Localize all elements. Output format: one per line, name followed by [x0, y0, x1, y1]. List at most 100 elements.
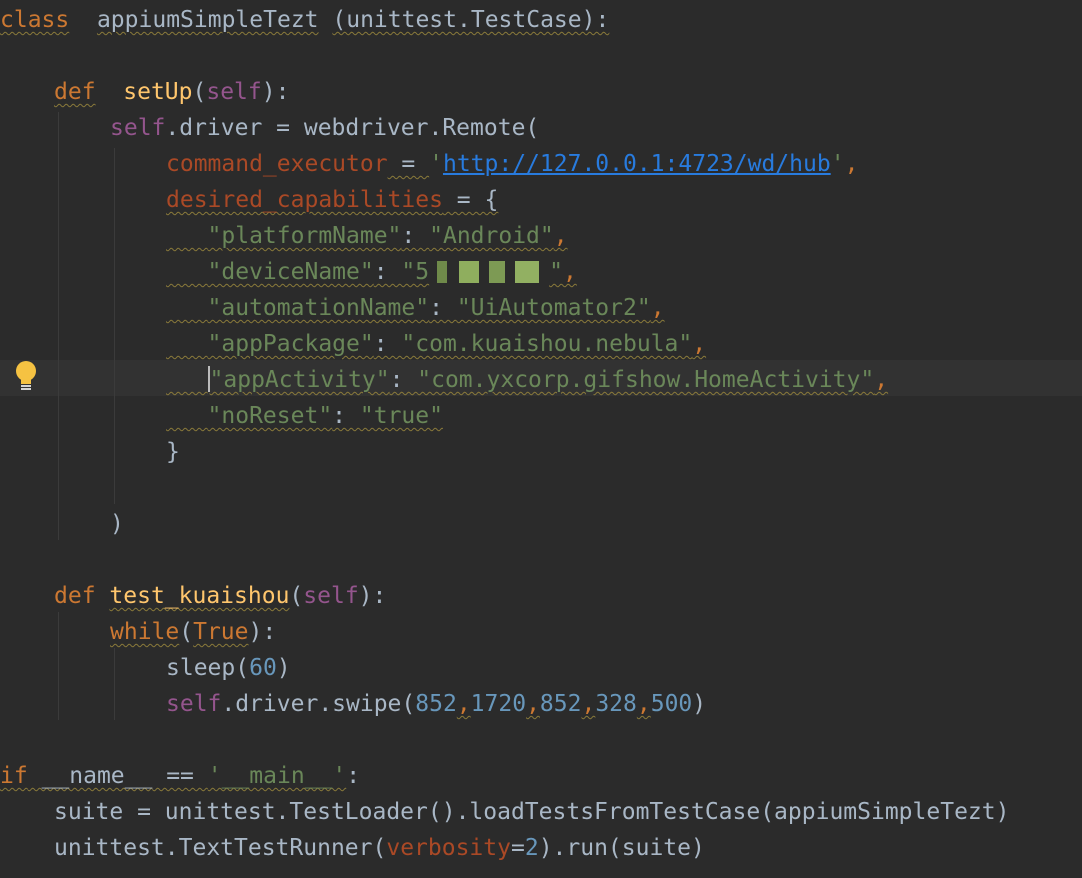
code-line[interactable]: self.driver.swipe(852,1720,852,328,500) — [166, 686, 706, 722]
number-literal: 328 — [595, 691, 637, 717]
function-name: test_kuaishou — [109, 583, 290, 609]
comma: , — [636, 691, 651, 717]
code-line[interactable]: ) — [110, 506, 124, 542]
lightbulb-icon[interactable] — [14, 360, 38, 394]
code-text: == — [152, 763, 208, 789]
code-text: .driver.swipe( — [221, 691, 416, 717]
code-text: .driver = webdriver.Remote( — [165, 115, 540, 141]
code-text: ).run(suite) — [538, 835, 705, 861]
param-name: verbosity — [386, 835, 511, 861]
code-line[interactable]: while(True): — [110, 614, 276, 650]
code-text: : — [401, 223, 430, 249]
paren-close: ) — [692, 691, 707, 717]
code-text: = — [510, 835, 525, 861]
comma: , — [844, 151, 859, 177]
url-link[interactable]: http://127.0.0.1:4723/wd/hub — [443, 151, 831, 177]
code-line[interactable]: "automationName": "UiAutomator2", — [166, 290, 665, 326]
self-param: self — [303, 583, 359, 609]
keyword-while: while — [110, 619, 180, 645]
paren-close: ) — [276, 655, 291, 681]
dict-key: "platformName" — [207, 223, 402, 249]
dict-value: "UiAutomator2" — [456, 295, 651, 321]
dict-value: "true" — [359, 403, 443, 429]
comma: , — [692, 331, 707, 357]
number-literal: 2 — [524, 835, 539, 861]
dict-key: "deviceName" — [207, 259, 374, 285]
keyword-def: def — [54, 79, 96, 105]
string-quote: ' — [830, 151, 845, 177]
indent-guide — [58, 612, 59, 720]
number-literal: 852 — [539, 691, 582, 717]
self-ref: self — [110, 115, 166, 141]
keyword-def: def — [54, 583, 96, 609]
class-name: appiumSimpleTezt — [96, 7, 319, 33]
comma: , — [553, 223, 568, 249]
code-text: : — [429, 295, 457, 321]
code-text: : — [389, 367, 418, 393]
self-param: self — [206, 79, 262, 105]
code-line[interactable]: unittest.TextTestRunner(verbosity=2).run… — [54, 830, 705, 866]
dict-key: "appPackage" — [207, 331, 374, 357]
comma: , — [456, 691, 471, 717]
comma: , — [562, 259, 577, 285]
code-text: = — [387, 151, 430, 177]
dict-key: "automationName" — [207, 295, 430, 321]
dict-value: "com.kuaishou.nebula" — [401, 331, 693, 357]
code-line[interactable]: if __name__ == '__main__': — [0, 758, 360, 794]
comma: , — [526, 691, 540, 717]
keyword-class: class — [0, 7, 70, 33]
string-quote: " — [549, 259, 563, 285]
indent-guide — [58, 112, 59, 540]
code-line[interactable]: class appiumSimpleTezt (unittest.TestCas… — [0, 2, 609, 38]
code-line[interactable]: "platformName": "Android", — [166, 218, 568, 254]
brace-close: } — [166, 439, 180, 465]
paren-close: ) — [110, 511, 124, 537]
code-text: suite = unittest.TestLoader().loadTestsF… — [54, 799, 1010, 825]
class-base: (unittest.TestCase): — [332, 7, 610, 33]
redacted-block — [429, 261, 550, 283]
code-line[interactable]: "appActivity": "com.yxcorp.gifshow.HomeA… — [166, 362, 888, 398]
code-line[interactable]: } — [166, 434, 180, 470]
dict-value: "com.yxcorp.gifshow.HomeActivity" — [417, 367, 875, 393]
dict-value: "Android" — [429, 223, 554, 249]
code-line[interactable]: desired_capabilities = { — [166, 182, 498, 218]
keyword-true: True — [193, 619, 249, 645]
code-line[interactable]: "deviceName": "5 ", — [166, 254, 577, 290]
string-quote: ' — [429, 151, 443, 177]
code-line[interactable]: sleep(60) — [166, 650, 291, 686]
name-variable: __name__ — [41, 763, 153, 789]
code-text: ): — [248, 619, 277, 645]
code-line[interactable]: def test_kuaishou(self): — [54, 578, 386, 614]
dict-key: "appActivity" — [209, 367, 390, 393]
comma: , — [874, 367, 889, 393]
code-editor[interactable]: class appiumSimpleTezt (unittest.TestCas… — [0, 0, 1082, 878]
keyword-if: if — [0, 763, 28, 789]
code-text: unittest.TextTestRunner( — [54, 835, 387, 861]
indent-guide — [114, 148, 115, 504]
comma: , — [581, 691, 596, 717]
code-text: sleep( — [166, 655, 250, 681]
code-text: : — [373, 259, 402, 285]
code-text: = { — [442, 187, 499, 213]
code-text: : — [346, 763, 361, 789]
code-line[interactable]: "noReset": "true" — [166, 398, 443, 434]
number-literal: 500 — [650, 691, 693, 717]
number-literal: 852 — [415, 691, 457, 717]
comma: , — [650, 295, 665, 321]
code-text: : — [332, 403, 360, 429]
indent-guide — [114, 648, 115, 720]
code-line[interactable]: self.driver = webdriver.Remote( — [110, 110, 539, 146]
string-literal: '__main__' — [207, 763, 347, 789]
code-line[interactable]: def setUp(self): — [54, 74, 289, 110]
code-text: ): — [358, 583, 387, 609]
code-line[interactable]: command_executor = 'http://127.0.0.1:472… — [166, 146, 858, 182]
code-line[interactable]: "appPackage": "com.kuaishou.nebula", — [166, 326, 707, 362]
number-literal: 1720 — [470, 691, 527, 717]
function-name: setUp — [123, 79, 193, 105]
code-text: : — [373, 331, 402, 357]
dict-value: "5 — [401, 259, 430, 285]
param-name: command_executor — [166, 151, 388, 177]
param-name: desired_capabilities — [166, 187, 443, 213]
self-ref: self — [166, 691, 222, 717]
code-line[interactable]: suite = unittest.TestLoader().loadTestsF… — [54, 794, 1009, 830]
